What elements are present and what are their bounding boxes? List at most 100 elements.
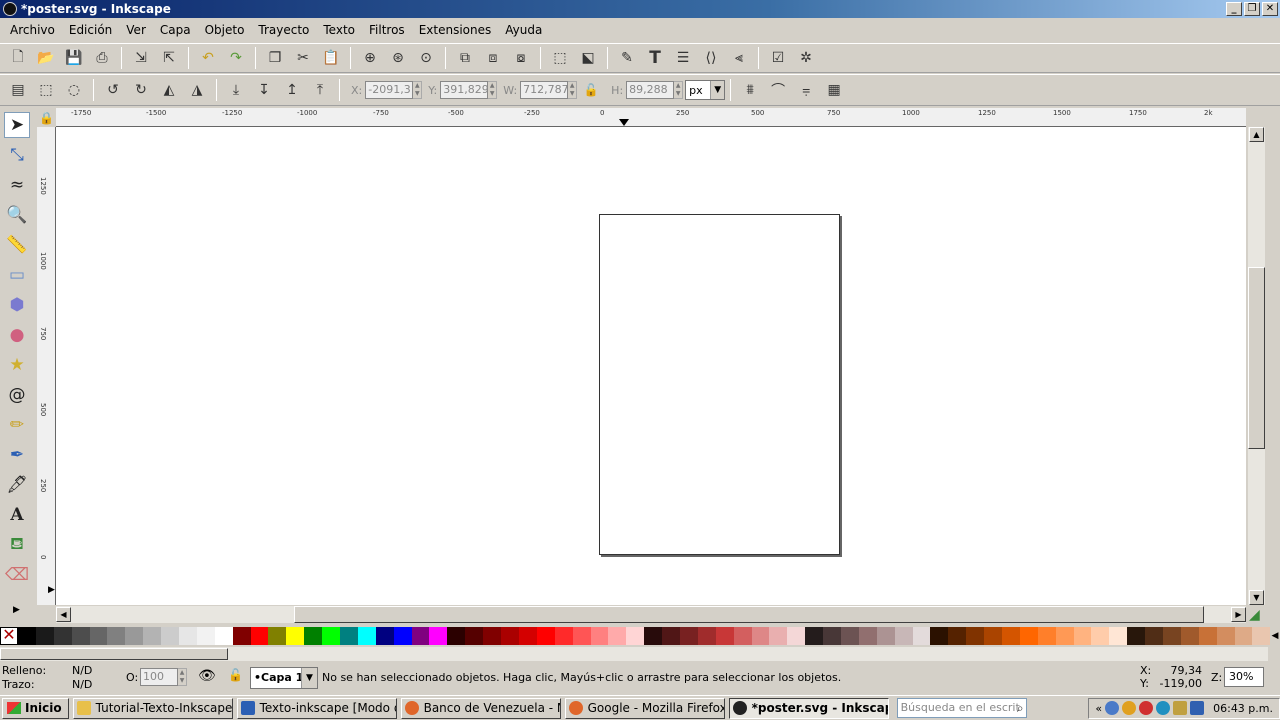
lock-ratio-icon[interactable]: 🔓 xyxy=(579,78,603,102)
zoom-page-icon[interactable]: ⊙ xyxy=(414,46,438,70)
menu-archivo[interactable]: Archivo xyxy=(3,20,62,40)
layers-icon[interactable]: ☰ xyxy=(671,46,695,70)
flip-horizontal-icon[interactable]: ◭ xyxy=(157,78,181,102)
menu-edicion[interactable]: Edición xyxy=(62,20,119,40)
color-swatch[interactable] xyxy=(214,627,233,645)
duplicate-icon[interactable]: ❐ xyxy=(263,46,287,70)
tweak-tool-icon[interactable]: ≈ xyxy=(4,172,30,198)
color-swatch[interactable] xyxy=(340,627,358,645)
color-swatch[interactable] xyxy=(805,627,824,645)
lock-guides-icon[interactable]: 🔒 xyxy=(37,108,56,127)
horizontal-scroll-thumb[interactable] xyxy=(294,606,1204,623)
y-spinner[interactable]: ▲ ▼ xyxy=(488,81,498,99)
no-paint-swatch[interactable]: ✕ xyxy=(0,627,18,645)
clone-icon[interactable]: ⧇ xyxy=(509,46,533,70)
rotate-ccw-icon[interactable]: ↺ xyxy=(101,78,125,102)
color-swatch[interactable] xyxy=(232,627,251,645)
color-swatch[interactable] xyxy=(286,627,305,645)
transform-icon[interactable]: ⬕ xyxy=(576,46,600,70)
group-icon[interactable]: ⧉ xyxy=(453,46,477,70)
transform-gradients-icon[interactable]: ⩦ xyxy=(794,78,818,102)
menu-extensiones[interactable]: Extensiones xyxy=(412,20,499,40)
color-swatch[interactable] xyxy=(769,627,788,645)
color-swatch[interactable] xyxy=(536,627,555,645)
start-button[interactable]: Inicio xyxy=(2,697,69,719)
color-swatch[interactable] xyxy=(357,627,376,645)
document-properties-icon[interactable]: ✲ xyxy=(794,46,818,70)
document-page[interactable] xyxy=(599,214,840,555)
task-banco[interactable]: Banco de Venezuela - Mo... xyxy=(400,697,561,719)
color-swatch[interactable] xyxy=(554,627,573,645)
preferences-icon[interactable]: ☑ xyxy=(766,46,790,70)
color-swatch[interactable] xyxy=(1252,627,1271,645)
color-swatch[interactable] xyxy=(1198,627,1217,645)
color-swatch[interactable] xyxy=(107,627,126,645)
color-swatch[interactable] xyxy=(787,627,806,645)
lower-bottom-icon[interactable]: ⤓ xyxy=(224,78,248,102)
zoom-tool-icon[interactable]: 🔍 xyxy=(4,202,30,228)
color-swatch[interactable] xyxy=(518,627,537,645)
color-swatch[interactable] xyxy=(1234,627,1253,645)
color-swatch[interactable] xyxy=(18,627,36,645)
color-swatch[interactable] xyxy=(1163,627,1181,645)
color-swatch[interactable] xyxy=(858,627,877,645)
color-swatch[interactable] xyxy=(1001,627,1020,645)
node-tool-icon[interactable]: ⤡ xyxy=(4,142,30,168)
select-all-icon[interactable]: ▤ xyxy=(6,78,30,102)
scroll-up-icon[interactable]: ▲ xyxy=(1249,127,1264,142)
h-field[interactable]: 89,288 xyxy=(626,81,675,99)
opacity-spinner[interactable]: ▲ ▼ xyxy=(178,668,187,686)
color-swatch[interactable] xyxy=(715,627,734,645)
desktop-search-input[interactable]: Búsqueda en el escrit ⌕ xyxy=(896,698,1027,718)
antivirus-tray-icon[interactable] xyxy=(1139,701,1154,715)
cut-icon[interactable]: ✂ xyxy=(291,46,315,70)
y-field[interactable]: 391,829 xyxy=(440,81,489,99)
node-editor-icon[interactable]: ⬚ xyxy=(548,46,572,70)
maximize-button[interactable]: ❐ xyxy=(1244,2,1260,16)
opacity-field[interactable]: 100 xyxy=(140,668,178,686)
drawing-canvas[interactable] xyxy=(56,127,1246,605)
xml-editor-icon[interactable]: ⟨⟩ xyxy=(699,46,723,70)
task-inkscape[interactable]: *poster.svg - Inkscape xyxy=(728,697,889,719)
color-swatch[interactable] xyxy=(697,627,716,645)
import-icon[interactable]: ⇲ xyxy=(129,46,153,70)
color-swatch[interactable] xyxy=(393,627,412,645)
color-swatch[interactable] xyxy=(322,627,341,645)
pen-tool-icon[interactable]: ✒ xyxy=(4,442,30,468)
menu-ayuda[interactable]: Ayuda xyxy=(498,20,549,40)
color-swatch[interactable] xyxy=(143,627,162,645)
color-swatch[interactable] xyxy=(304,627,323,645)
color-swatch[interactable] xyxy=(465,627,484,645)
align-icon[interactable]: ⫷ xyxy=(727,46,751,70)
zoom-drawing-icon[interactable]: ⊛ xyxy=(386,46,410,70)
color-swatch[interactable] xyxy=(501,627,519,645)
color-swatch[interactable] xyxy=(572,627,591,645)
flip-vertical-icon[interactable]: ◮ xyxy=(185,78,209,102)
monitor-tray-icon[interactable] xyxy=(1190,701,1205,715)
rotate-cw-icon[interactable]: ↻ xyxy=(129,78,153,102)
color-swatch[interactable] xyxy=(250,627,269,645)
menu-trayecto[interactable]: Trayecto xyxy=(251,20,316,40)
unit-select[interactable]: px ▼ xyxy=(685,80,726,100)
scale-stroke-icon[interactable]: ⩩ xyxy=(738,78,762,102)
raise-icon[interactable]: ↥ xyxy=(280,78,304,102)
select-all-layers-icon[interactable]: ⬚ xyxy=(34,78,58,102)
ungroup-icon[interactable]: ⧈ xyxy=(481,46,505,70)
export-icon[interactable]: ⇱ xyxy=(157,46,181,70)
deselect-icon[interactable]: ◌ xyxy=(62,78,86,102)
task-word[interactable]: Texto-inkscape [Modo d... xyxy=(236,697,397,719)
color-swatch[interactable] xyxy=(1091,627,1110,645)
color-swatch[interactable] xyxy=(1019,627,1038,645)
color-swatch[interactable] xyxy=(1127,627,1146,645)
h-spinner[interactable]: ▲ ▼ xyxy=(674,81,684,99)
color-swatch[interactable] xyxy=(161,627,180,645)
color-swatch[interactable] xyxy=(662,627,680,645)
stroke-indicator[interactable]: N/D xyxy=(72,678,92,691)
text-font-icon[interactable]: T xyxy=(643,46,667,70)
vertical-scrollbar[interactable]: ▲ ▼ xyxy=(1248,127,1265,605)
color-swatch[interactable] xyxy=(733,627,752,645)
color-swatch[interactable] xyxy=(876,627,895,645)
color-swatch[interactable] xyxy=(679,627,698,645)
menu-objeto[interactable]: Objeto xyxy=(198,20,252,40)
color-swatch[interactable] xyxy=(1216,627,1235,645)
